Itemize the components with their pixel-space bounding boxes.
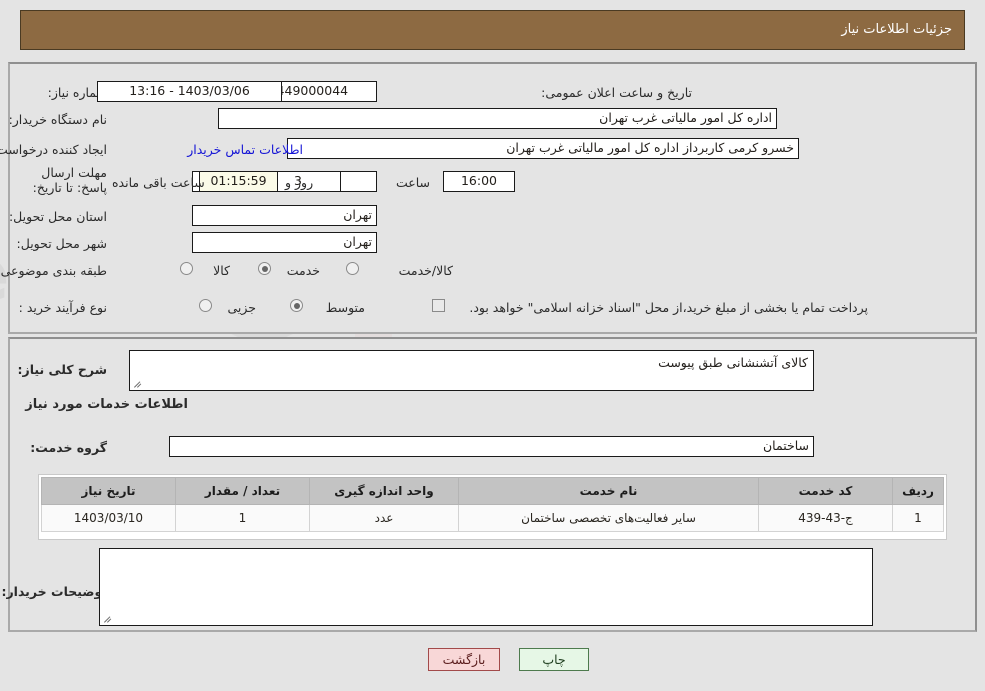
service-group-field[interactable]: ساختمان	[169, 436, 814, 457]
buyer-org-label: نام دستگاه خریدار:	[8, 112, 107, 127]
purchase-type-radio-jozei[interactable]	[199, 299, 212, 312]
page-title: جزئیات اطلاعات نیاز	[841, 22, 952, 37]
summary-panel	[8, 62, 977, 334]
remaining-time-label: ساعت باقی مانده	[112, 175, 205, 190]
category-radio-kala-khedmat[interactable]	[346, 262, 359, 275]
resize-grip-icon-notes[interactable]	[103, 614, 113, 624]
services-heading: اطلاعات خدمات مورد نیاز	[25, 397, 188, 412]
category-option-label-0: کالا	[213, 263, 230, 278]
print-button[interactable]: چاپ	[519, 648, 589, 671]
public-announce-field[interactable]: 1403/03/06 - 13:16	[97, 81, 282, 102]
treasury-bonds-checkbox[interactable]	[432, 299, 445, 312]
creator-label: ایجاد کننده درخواست:	[0, 142, 107, 157]
category-option-label-1: خدمت	[286, 263, 320, 278]
purchase-type-option-label-0: جزیی	[227, 300, 256, 315]
purchase-type-radio-motevasset[interactable]	[290, 299, 303, 312]
general-desc-label: شرح کلی نیاز:	[17, 362, 107, 377]
cell-unit: عدد	[309, 504, 459, 532]
province-field[interactable]: تهران	[192, 205, 377, 226]
table-row[interactable]: 1 ج-43-439 سایر فعالیت‌های تخصصی ساختمان…	[41, 504, 944, 532]
cell-quantity: 1	[175, 504, 310, 532]
th-unit: واحد اندازه گیری	[309, 477, 459, 505]
city-field[interactable]: تهران	[192, 232, 377, 253]
buyer-org-field[interactable]: اداره کل امور مالیاتی غرب تهران	[218, 108, 777, 129]
remaining-days-label: روز و	[285, 175, 314, 190]
creator-field[interactable]: خسرو کرمی کاربرداز اداره کل امور مالیاتی…	[287, 138, 799, 159]
cell-service-name: سایر فعالیت‌های تخصصی ساختمان	[458, 504, 759, 532]
treasury-bonds-label: پرداخت تمام یا بخشی از مبلغ خرید،از محل …	[469, 300, 868, 315]
cell-need-date: 1403/03/10	[41, 504, 176, 532]
remaining-time-countdown: 01:15:59	[199, 171, 278, 192]
category-option-label-2: کالا/خدمت	[398, 263, 453, 278]
cell-row-no: 1	[892, 504, 944, 532]
th-service-code: کد خدمت	[758, 477, 893, 505]
deadline-label: مهلت ارسال پاسخ: تا تاریخ:	[32, 165, 107, 195]
deadline-hour-label: ساعت	[395, 175, 430, 190]
buyer-contact-link[interactable]: اطلاعات تماس خریدار	[187, 142, 303, 157]
public-announce-label: تاریخ و ساعت اعلان عمومی:	[541, 85, 692, 100]
general-desc-value: کالای آتشنشانی طبق پیوست	[658, 355, 808, 370]
purchase-type-option-label-1: متوسط	[325, 300, 365, 315]
category-radio-khedmat[interactable]	[258, 262, 271, 275]
page-header-bar: جزئیات اطلاعات نیاز	[20, 10, 965, 50]
province-label: استان محل تحویل:	[8, 209, 107, 224]
city-label: شهر محل تحویل:	[16, 236, 107, 251]
page-root: AriaTender.net جزئیات اطلاعات نیاز شماره…	[0, 0, 985, 691]
th-quantity: تعداد / مقدار	[175, 477, 310, 505]
purchase-type-label: نوع فرآیند خرید :	[18, 300, 107, 315]
table-header-row: ردیف کد خدمت نام خدمت واحد اندازه گیری ت…	[41, 477, 944, 505]
th-service-name: نام خدمت	[458, 477, 759, 505]
th-need-date: تاریخ نیاز	[41, 477, 176, 505]
deadline-hour-field[interactable]: 16:00	[443, 171, 515, 192]
cell-service-code: ج-43-439	[758, 504, 893, 532]
back-button[interactable]: بازگشت	[428, 648, 500, 671]
buyer-notes-textarea[interactable]	[99, 548, 873, 626]
resize-grip-icon[interactable]	[133, 379, 143, 389]
general-desc-textarea[interactable]: کالای آتشنشانی طبق پیوست	[129, 350, 814, 391]
service-group-label: گروه خدمت:	[30, 440, 107, 455]
services-table: ردیف کد خدمت نام خدمت واحد اندازه گیری ت…	[41, 477, 944, 532]
category-label: طبقه بندی موضوعی:	[0, 263, 107, 278]
category-radio-kala[interactable]	[180, 262, 193, 275]
th-row-no: ردیف	[892, 477, 944, 505]
buyer-notes-label: توضیحات خریدار:	[1, 584, 107, 599]
